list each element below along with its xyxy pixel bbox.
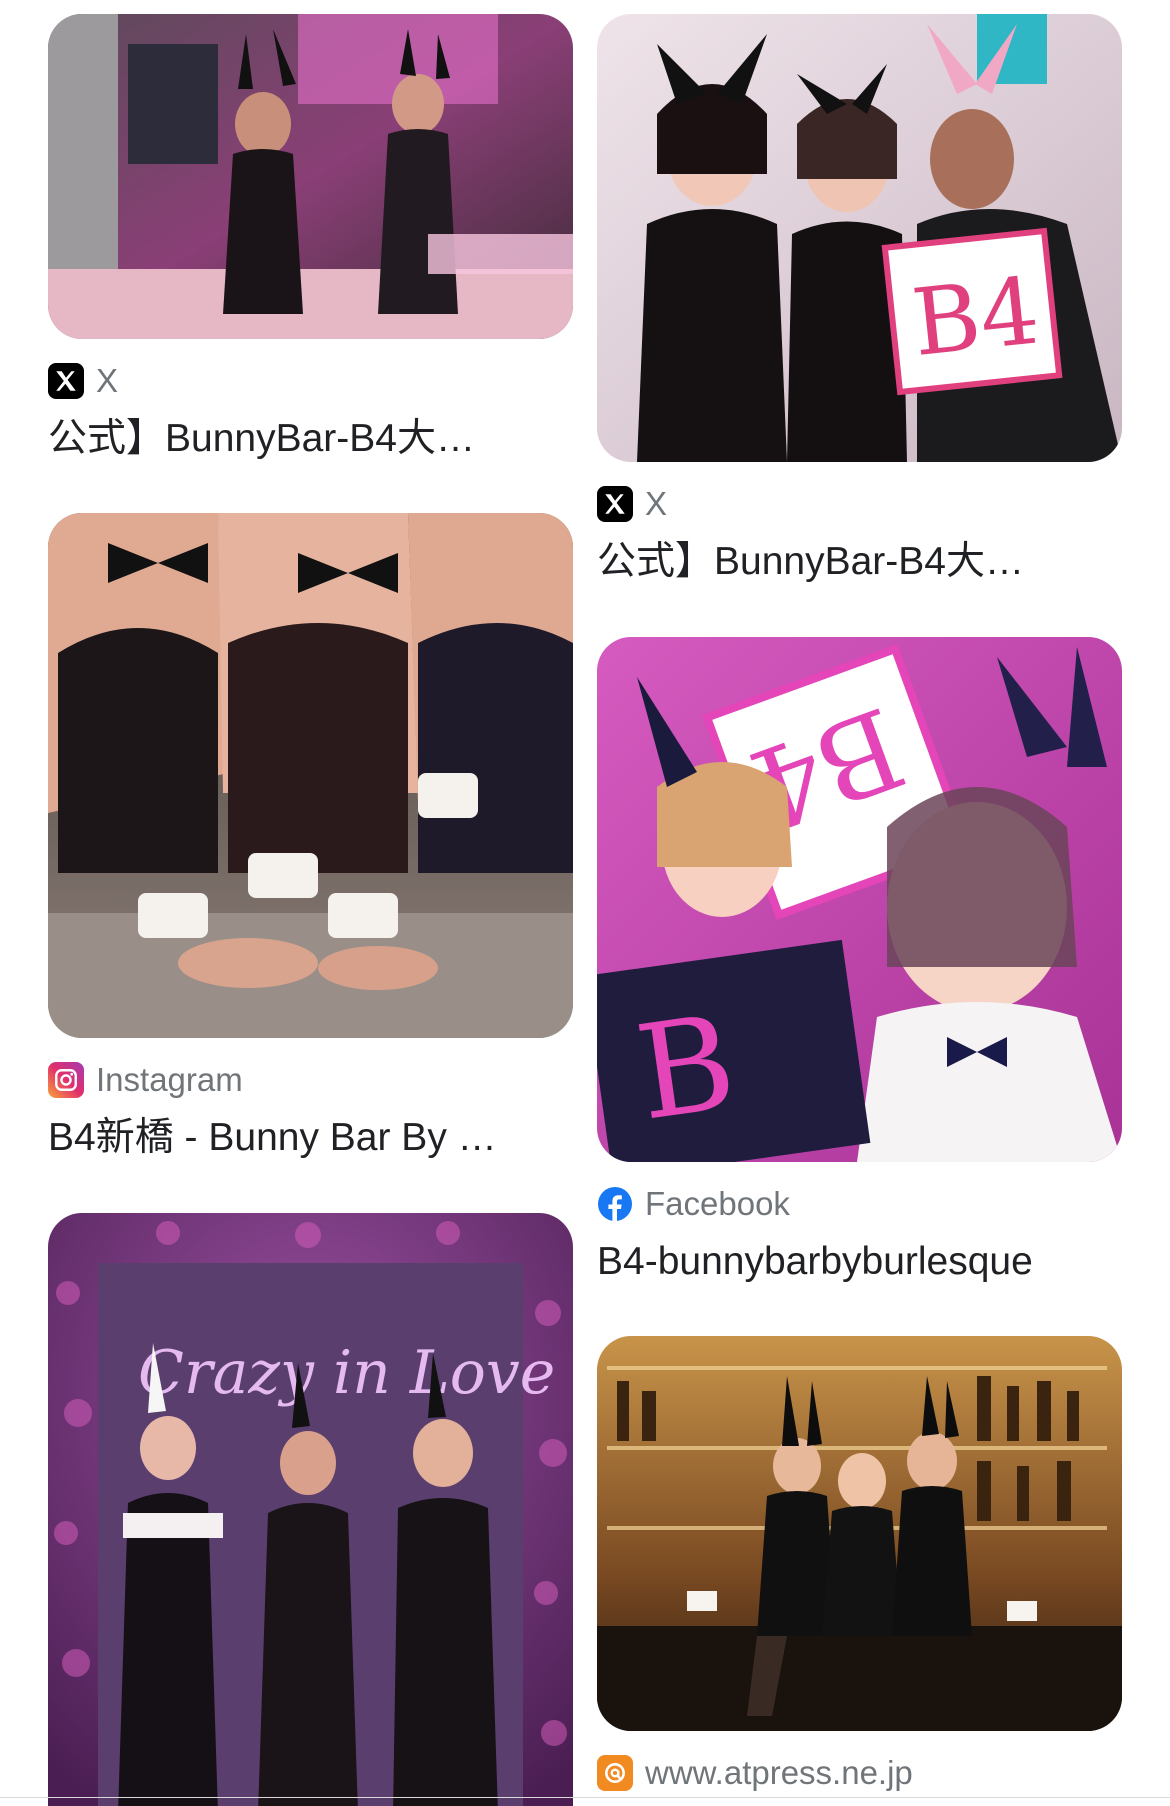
result-thumbnail[interactable]: B4 [597, 14, 1122, 462]
neon-sign-photo-image: Crazy in Love [48, 1213, 573, 1806]
image-result-card[interactable]: B4 B Facebook B4-bunnybarbyburlesque [597, 637, 1122, 1286]
atpress-icon [597, 1755, 633, 1791]
bottom-divider [0, 1797, 1170, 1798]
result-source: www.atpress.ne.jp [597, 1753, 1122, 1793]
svg-text:Crazy in Love: Crazy in Love [138, 1338, 555, 1408]
image-result-card[interactable]: B4 X 公式】BunnyBar-B4大… [597, 14, 1122, 586]
result-thumbnail[interactable]: Crazy in Love [48, 1213, 573, 1806]
svg-text:B4: B4 [907, 257, 1044, 377]
image-result-card[interactable]: Crazy in Love [48, 1213, 573, 1806]
result-thumbnail[interactable] [48, 14, 573, 339]
result-source: Facebook [597, 1184, 1122, 1224]
image-result-card[interactable]: Instagram B4新橋 - Bunny Bar By … [48, 513, 573, 1162]
bunny-costumes-photo-image [48, 513, 573, 1038]
group-photo-image: B4 [597, 14, 1122, 462]
image-results-grid: X 公式】BunnyBar-B4大… Instagram B4新橋 - Bunn… [0, 0, 1170, 1806]
x-logo-icon [48, 363, 84, 399]
facebook-icon [597, 1186, 633, 1222]
result-title[interactable]: 公式】BunnyBar-B4大… [48, 415, 538, 463]
result-title[interactable]: B4-bunnybarbyburlesque [597, 1238, 1087, 1286]
instagram-icon [48, 1062, 84, 1098]
result-thumbnail[interactable] [48, 513, 573, 1038]
bar-photo-image [48, 14, 573, 339]
image-result-card[interactable]: www.atpress.ne.jp [597, 1336, 1122, 1793]
result-source: X [48, 361, 573, 401]
selfie-photo-image: B4 B [597, 637, 1122, 1162]
result-thumbnail[interactable] [597, 1336, 1122, 1731]
result-source: X [597, 484, 1122, 524]
source-name: www.atpress.ne.jp [645, 1754, 913, 1791]
bar-counter-photo-image [597, 1336, 1122, 1731]
result-title[interactable]: 公式】BunnyBar-B4大… [597, 538, 1087, 586]
result-title[interactable]: B4新橋 - Bunny Bar By … [48, 1114, 538, 1162]
x-logo-icon [597, 486, 633, 522]
source-name: X [96, 362, 119, 399]
source-name: Instagram [96, 1061, 243, 1098]
source-name: Facebook [645, 1185, 790, 1222]
result-thumbnail[interactable]: B4 B [597, 637, 1122, 1162]
result-source: Instagram [48, 1060, 573, 1100]
image-result-card[interactable]: X 公式】BunnyBar-B4大… [48, 14, 573, 463]
source-name: X [645, 485, 668, 522]
